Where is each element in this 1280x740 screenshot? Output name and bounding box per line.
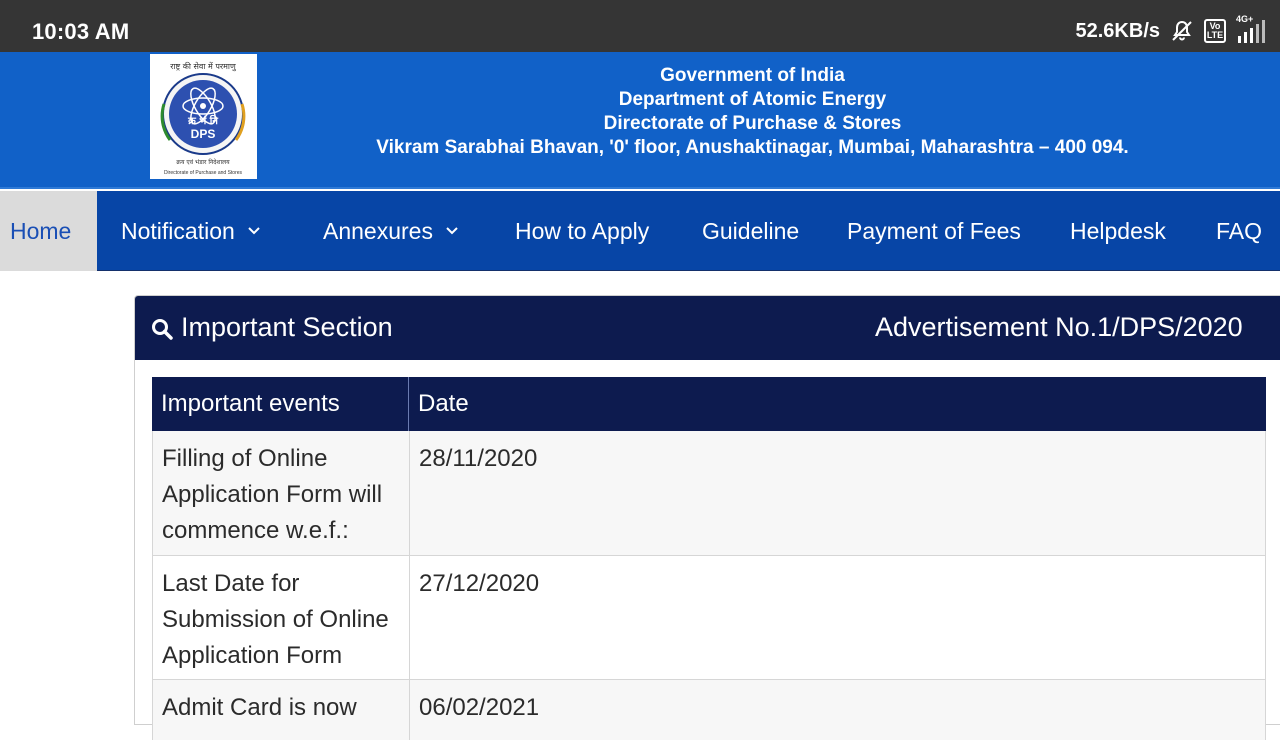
nav-item-payment-of-fees[interactable]: Payment of Fees <box>847 191 1021 271</box>
nav-item-label: Home <box>10 217 72 244</box>
nav-item-annexures[interactable]: Annexures <box>323 191 459 271</box>
section-title: Important Section <box>181 312 393 342</box>
important-section-card: Important Section Advertisement No.1/DPS… <box>134 295 1280 740</box>
nav-item-label: Guideline <box>702 217 800 244</box>
date-cell: 28/11/2020 <box>419 445 538 472</box>
event-cell: Last Date for Submission of Online Appli… <box>153 556 410 679</box>
volte-icon: Vo LTE <box>1204 19 1226 43</box>
nav-item-guideline[interactable]: Guideline <box>702 191 799 271</box>
header-line-directorate: Directorate of Purchase & Stores <box>603 113 902 134</box>
chevron-down-icon <box>248 227 260 235</box>
signal-icon: 4G+ <box>1236 14 1272 44</box>
nav-item-helpdesk[interactable]: Helpdesk <box>1070 191 1166 271</box>
header-line-government: Government of India <box>660 65 845 86</box>
table-row: Filling of Online Application Form will … <box>152 431 1266 556</box>
event-cell: Admit Card is now <box>153 680 410 740</box>
advertisement-number: Advertisement No.1/DPS/2020 <box>875 312 1243 342</box>
network-type-label: 4G+ <box>1236 14 1254 24</box>
chevron-down-icon <box>446 227 458 235</box>
dps-logo: राष्ट्र की सेवा में परमाणु क्र भं नि DPS… <box>150 54 257 179</box>
network-speed: 52.6KB/s <box>1075 19 1161 42</box>
table-row: Admit Card is now 06/02/2021 <box>152 680 1266 740</box>
nav-item-faq[interactable]: FAQ <box>1216 191 1262 271</box>
nav-item-label: Helpdesk <box>1070 217 1166 244</box>
header-line-department: Department of Atomic Energy <box>618 89 887 110</box>
table-header-events: Important events <box>152 377 409 431</box>
date-cell: 06/02/2021 <box>419 694 540 721</box>
event-cell: Filling of Online Application Form will … <box>153 431 410 555</box>
date-cell: 27/12/2020 <box>419 570 540 597</box>
header-line-address: Vikram Sarabhai Bhavan, '0' floor, Anush… <box>376 137 1129 158</box>
svg-text:DPS: DPS <box>191 127 216 141</box>
table-header-date: Date <box>418 390 469 417</box>
status-time: 10:03 AM <box>32 19 130 44</box>
header-address-block: Government of India Department of Atomic… <box>340 64 1165 160</box>
nav-item-label: How to Apply <box>515 217 650 244</box>
section-header: Important Section Advertisement No.1/DPS… <box>135 296 1280 360</box>
svg-text:राष्ट्र की सेवा में परमाणु: राष्ट्र की सेवा में परमाणु <box>170 61 237 72</box>
main-navigation: Home Notification Annexures How to Apply… <box>0 191 1280 271</box>
nav-item-label: Annexures <box>323 217 433 244</box>
svg-text:Directorate of Purchase and St: Directorate of Purchase and Stores <box>164 170 243 176</box>
table-header-row: Important events Date <box>152 377 1266 431</box>
status-indicators: 52.6KB/s Vo LTE 4G+ <box>1075 14 1273 45</box>
nav-item-label: Payment of Fees <box>847 217 1021 244</box>
nav-item-how-to-apply[interactable]: How to Apply <box>515 191 649 271</box>
nav-item-notification[interactable]: Notification <box>121 191 261 271</box>
svg-text:क्रय एवं भंडार निदेशालय: क्रय एवं भंडार निदेशालय <box>176 158 230 166</box>
nav-item-label: Notification <box>121 217 235 244</box>
android-status-bar: 10:03 AM 52.6KB/s Vo LTE 4G+ <box>0 0 1280 52</box>
nav-item-home[interactable]: Home <box>0 191 97 271</box>
nav-item-label: FAQ <box>1216 217 1263 244</box>
table-row: Last Date for Submission of Online Appli… <box>152 556 1266 680</box>
notifications-off-icon <box>1170 19 1194 43</box>
site-header: राष्ट्र की सेवा में परमाणु क्र भं नि DPS… <box>0 52 1280 189</box>
search-icon <box>152 319 173 340</box>
svg-text:क्र भं नि: क्र भं नि <box>187 114 218 127</box>
